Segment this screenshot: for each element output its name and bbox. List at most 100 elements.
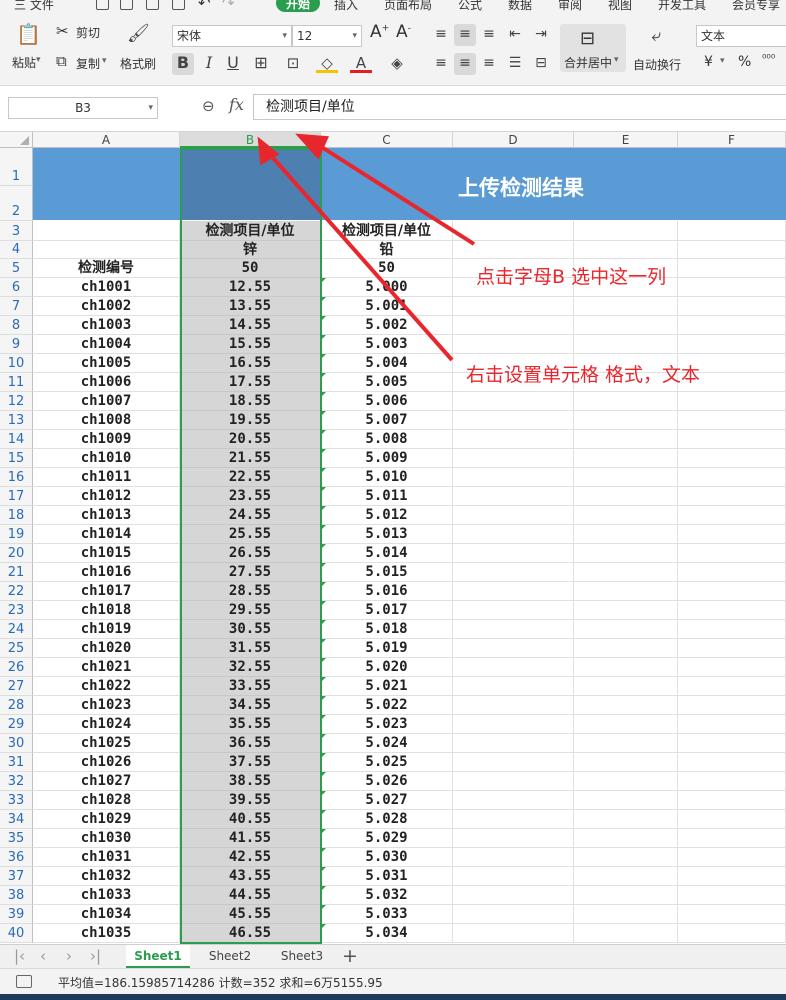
sample-id-cell[interactable]: ch1014 [33,525,180,544]
first-sheet-icon[interactable]: |‹ [14,947,25,965]
row-header[interactable]: 32 [0,772,33,791]
empty-cell[interactable] [453,487,574,506]
empty-cell[interactable] [574,335,678,354]
empty-cell[interactable] [453,924,574,943]
empty-cell[interactable] [678,316,786,335]
row-header[interactable]: 34 [0,810,33,829]
empty-cell[interactable] [574,582,678,601]
save-icon[interactable] [96,0,109,10]
empty-cell[interactable] [574,848,678,867]
sample-id-cell[interactable]: ch1008 [33,411,180,430]
empty-cell[interactable] [453,829,574,848]
empty-cell[interactable] [574,620,678,639]
row-header[interactable]: 20 [0,544,33,563]
row-header[interactable]: 11 [0,373,33,392]
cut-button[interactable]: 剪切 [76,24,100,41]
empty-cell[interactable] [574,411,678,430]
empty-cell[interactable] [574,829,678,848]
empty-cell[interactable] [453,905,574,924]
empty-cell[interactable] [678,582,786,601]
empty-cell[interactable] [453,639,574,658]
menu-item[interactable]: 视图 [608,0,632,13]
zinc-value-cell[interactable]: 35.55 [180,715,321,734]
lead-value-cell[interactable]: 5.013 [321,525,453,544]
row-header[interactable]: 33 [0,791,33,810]
row-header[interactable]: 12 [0,392,33,411]
lead-value-cell[interactable]: 5.000 [321,278,453,297]
lead-value-cell[interactable]: 5.026 [321,772,453,791]
zinc-value-cell[interactable]: 41.55 [180,829,321,848]
empty-cell[interactable] [678,715,786,734]
zinc-value-cell[interactable]: 23.55 [180,487,321,506]
sample-id-cell[interactable]: ch1001 [33,278,180,297]
lead-value-cell[interactable]: 5.027 [321,791,453,810]
lead-value-cell[interactable]: 5.004 [321,354,453,373]
menu-item[interactable]: 开发工具 [658,0,706,13]
empty-cell[interactable] [453,601,574,620]
sample-id-cell[interactable]: ch1006 [33,373,180,392]
zinc-value-cell[interactable]: 19.55 [180,411,321,430]
cell-c3[interactable]: 检测项目/单位 [321,221,453,241]
lead-value-cell[interactable]: 5.024 [321,734,453,753]
empty-cell[interactable] [574,487,678,506]
select-all-button[interactable] [0,132,33,148]
lead-value-cell[interactable]: 5.012 [321,506,453,525]
empty-cell[interactable] [678,734,786,753]
empty-cell[interactable] [678,829,786,848]
sample-id-cell[interactable]: ch1027 [33,772,180,791]
row-header[interactable]: 29 [0,715,33,734]
empty-cell[interactable] [453,241,574,259]
zinc-value-cell[interactable]: 20.55 [180,430,321,449]
empty-cell[interactable] [678,278,786,297]
empty-cell[interactable] [574,791,678,810]
row-header[interactable]: 10 [0,354,33,373]
empty-cell[interactable] [453,335,574,354]
zinc-value-cell[interactable]: 14.55 [180,316,321,335]
lead-value-cell[interactable]: 5.029 [321,829,453,848]
empty-cell[interactable] [574,772,678,791]
sample-id-cell[interactable]: ch1018 [33,601,180,620]
clear-icon[interactable]: ◈ [386,53,408,75]
empty-cell[interactable] [574,639,678,658]
sample-id-cell[interactable]: ch1020 [33,639,180,658]
menu-item[interactable]: 公式 [458,0,482,13]
empty-cell[interactable] [453,734,574,753]
sample-id-cell[interactable]: ch1003 [33,316,180,335]
empty-cell[interactable] [453,582,574,601]
row-header[interactable]: 3 [0,221,33,241]
zinc-value-cell[interactable]: 24.55 [180,506,321,525]
empty-cell[interactable] [678,601,786,620]
empty-cell[interactable] [678,297,786,316]
empty-cell[interactable] [574,392,678,411]
currency-button[interactable]: ¥ [704,54,713,70]
zinc-value-cell[interactable]: 22.55 [180,468,321,487]
zinc-value-cell[interactable]: 38.55 [180,772,321,791]
empty-cell[interactable] [453,886,574,905]
zinc-value-cell[interactable]: 29.55 [180,601,321,620]
row-header[interactable]: 30 [0,734,33,753]
empty-cell[interactable] [678,506,786,525]
row-header[interactable]: 4 [0,241,33,259]
empty-cell[interactable] [453,525,574,544]
sheet-tab[interactable]: Sheet2 [198,945,262,968]
empty-cell[interactable] [678,335,786,354]
justify-icon[interactable]: ☰ [504,53,526,75]
zinc-value-cell[interactable]: 28.55 [180,582,321,601]
row-header[interactable]: 31 [0,753,33,772]
empty-cell[interactable] [574,734,678,753]
row-header[interactable]: 2 [0,186,33,221]
empty-cell[interactable] [678,867,786,886]
cut-icon[interactable]: ✂ [56,22,69,40]
sample-id-cell[interactable]: ch1030 [33,829,180,848]
zinc-value-cell[interactable]: 12.55 [180,278,321,297]
banner-cell-b[interactable] [180,148,321,220]
zinc-value-cell[interactable]: 30.55 [180,620,321,639]
row-header[interactable]: 6 [0,278,33,297]
row-header[interactable]: 28 [0,696,33,715]
sample-id-cell[interactable]: ch1017 [33,582,180,601]
sample-id-cell[interactable]: ch1029 [33,810,180,829]
column-header-d[interactable]: D [453,132,574,148]
lead-value-cell[interactable]: 5.017 [321,601,453,620]
format-painter-icon[interactable]: 🖌 [127,24,150,46]
lead-value-cell[interactable]: 5.016 [321,582,453,601]
